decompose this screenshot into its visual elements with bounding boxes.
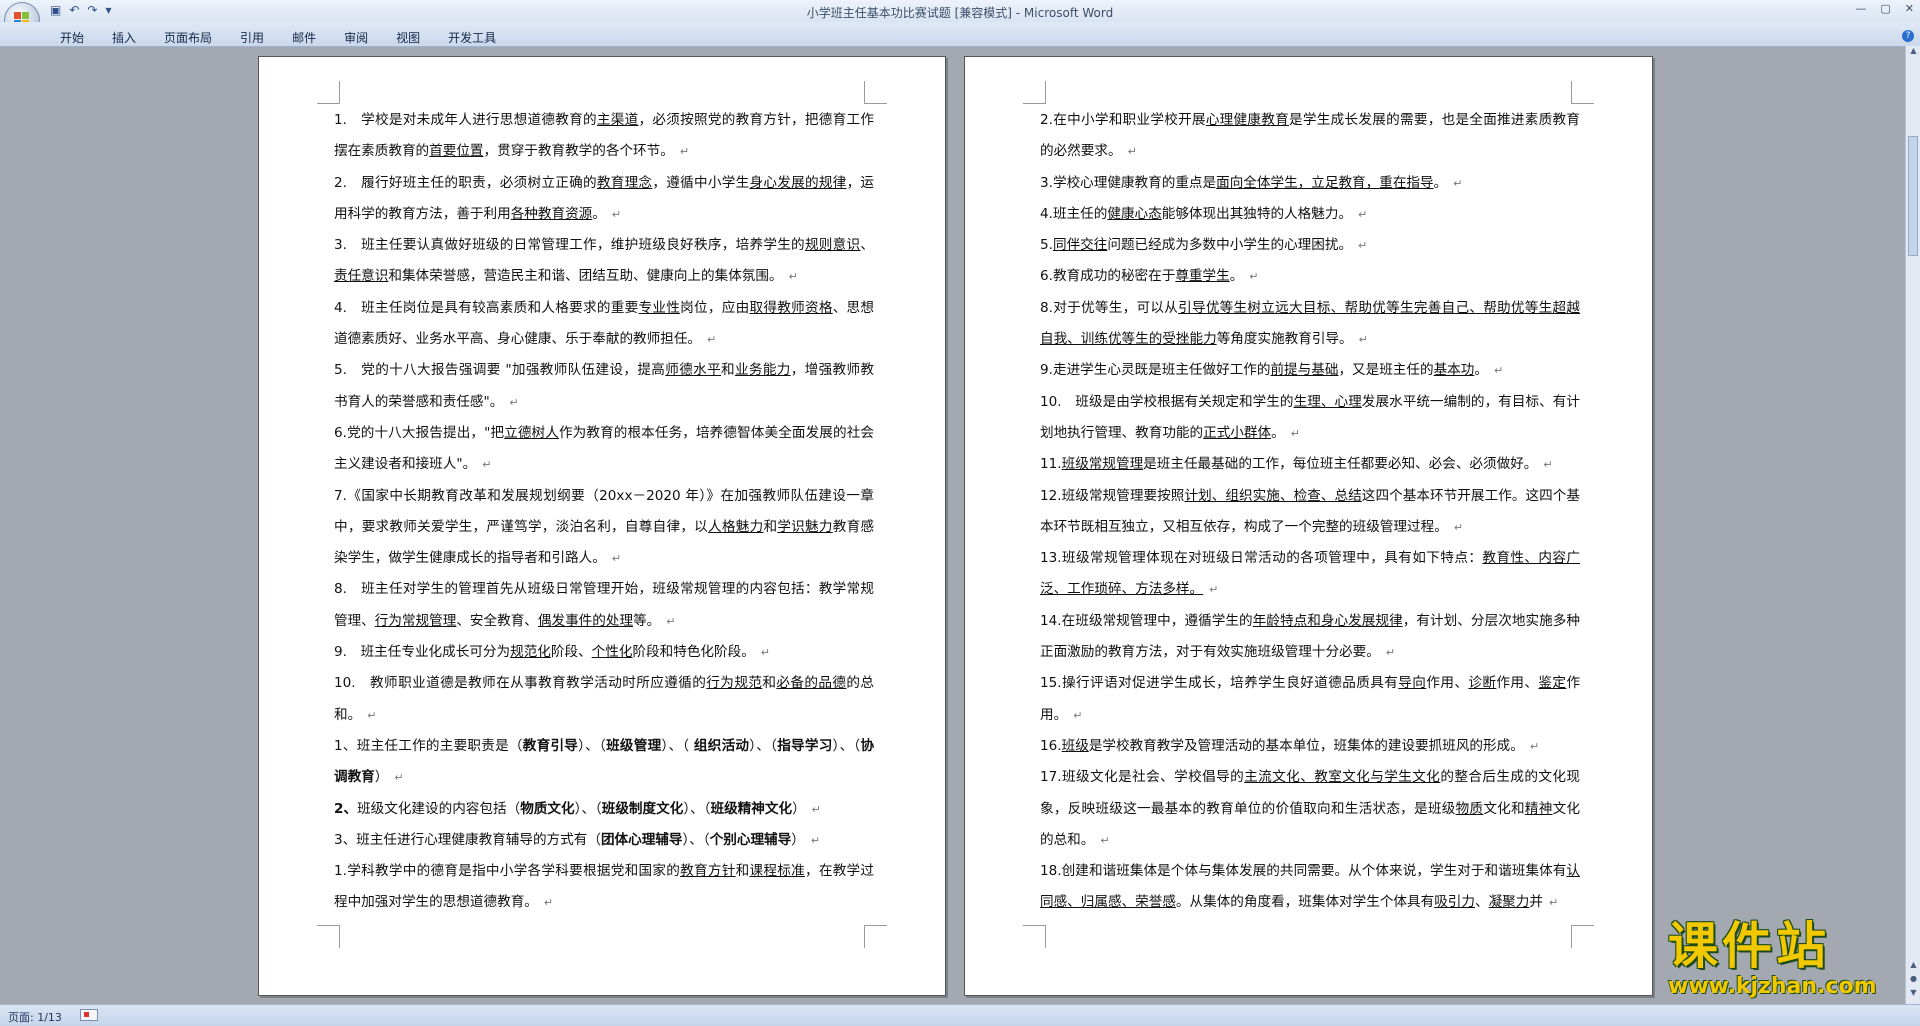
page-corner-mark bbox=[1023, 81, 1046, 104]
page-count[interactable]: 页面: 1/13 bbox=[8, 1009, 62, 1025]
quick-access-toolbar: ▣ ↶ ↷ ▾ bbox=[50, 3, 112, 17]
watermark-url: www.kjzhan.com bbox=[1668, 974, 1877, 999]
window-title: 小学班主任基本功比赛试题 [兼容模式] - Microsoft Word bbox=[806, 6, 1114, 20]
paragraph[interactable]: 5. 党的十八大报告强调要 "加强教师队伍建设，提高师德水平和业务能力，增强教师… bbox=[334, 355, 874, 418]
watermark-name: 课件站 bbox=[1668, 917, 1830, 975]
paragraph[interactable]: 15.操行评语对促进学生成长，培养学生良好道德品质具有导向作用、诊断作用、鉴定作… bbox=[1040, 668, 1580, 731]
paragraph[interactable]: 1. 学校是对未成年人进行思想道德教育的主渠道，必须按照党的教育方针，把德育工作… bbox=[334, 105, 874, 168]
paragraph[interactable]: 2、班级文化建设的内容包括（物质文化）、（班级制度文化）、（班级精神文化） ↵ bbox=[334, 794, 874, 825]
page-corner-mark bbox=[864, 925, 887, 948]
paragraph[interactable]: 8. 班主任对学生的管理首先从班级日常管理开始，班级常规管理的内容包括：教学常规… bbox=[334, 574, 874, 637]
tab-7[interactable]: 开发工具 bbox=[448, 29, 496, 46]
tab-1[interactable]: 插入 bbox=[112, 29, 136, 46]
paragraph[interactable]: 9. 班主任专业化成长可分为规范化阶段、个性化阶段和特色化阶段。 ↵ bbox=[334, 637, 874, 668]
paragraph[interactable]: 17.班级文化是社会、学校倡导的主流文化、教室文化与学生文化的整合后生成的文化现… bbox=[1040, 762, 1580, 856]
paragraph[interactable]: 10. 教师职业道德是教师在从事教育教学活动时所应遵循的行为规范和必备的品德的总… bbox=[334, 668, 874, 731]
paragraph[interactable]: 9.走进学生心灵既是班主任做好工作的前提与基础，又是班主任的基本功。 ↵ bbox=[1040, 355, 1580, 386]
minimize-button[interactable]: — bbox=[1855, 2, 1866, 15]
prev-page-icon[interactable]: ▲ bbox=[1906, 960, 1920, 974]
site-watermark-logo: 课件站 www.kjzhan.com bbox=[1668, 918, 1904, 1002]
paragraph[interactable]: 13.班级常规管理体现在对班级日常活动的各项管理中，具有如下特点：教育性、内容广… bbox=[1040, 543, 1580, 606]
paragraph[interactable]: 6.教育成功的秘密在于尊重学生。 ↵ bbox=[1040, 261, 1580, 292]
paragraph[interactable]: 8.对于优等生，可以从引导优等生树立远大目标、帮助优等生完善自己、帮助优等生超越… bbox=[1040, 293, 1580, 356]
paragraph[interactable]: 5.同伴交往问题已经成为多数中小学生的心理困扰。 ↵ bbox=[1040, 230, 1580, 261]
paragraph[interactable]: 14.在班级常规管理中，遵循学生的年龄特点和身心发展规律，有计划、分层次地实施多… bbox=[1040, 606, 1580, 669]
paragraph[interactable]: 1.学科教学中的德育是指中小学各学科要根据党和国家的教育方针和课程标准，在教学过… bbox=[334, 856, 874, 919]
page-corner-mark bbox=[864, 81, 887, 104]
paragraph[interactable]: 3. 班主任要认真做好班级的日常管理工作，维护班级良好秩序，培养学生的规则意识、… bbox=[334, 230, 874, 293]
maximize-button[interactable]: ▢ bbox=[1880, 2, 1890, 15]
tab-4[interactable]: 邮件 bbox=[292, 29, 316, 46]
paragraph[interactable]: 18.创建和谐班集体是个体与集体发展的共同需要。从个体来说，学生对于和谐班集体有… bbox=[1040, 856, 1580, 919]
customize-qat-icon[interactable]: ▾ bbox=[105, 3, 111, 17]
page-corner-mark bbox=[317, 81, 340, 104]
paragraph[interactable]: 4.班主任的健康心态能够体现出其独特的人格魅力。 ↵ bbox=[1040, 199, 1580, 230]
tab-6[interactable]: 视图 bbox=[396, 29, 420, 46]
tab-0[interactable]: 开始 bbox=[60, 29, 84, 46]
scroll-thumb[interactable] bbox=[1908, 136, 1918, 256]
vertical-scrollbar[interactable]: ▲ ▲ ● ▼ bbox=[1905, 46, 1920, 1004]
paragraph[interactable]: 16.班级是学校教育教学及管理活动的基本单位，班集体的建设要抓班风的形成。 ↵ bbox=[1040, 731, 1580, 762]
scroll-up-icon[interactable]: ▲ bbox=[1906, 46, 1920, 60]
proofing-icon[interactable] bbox=[80, 1009, 98, 1021]
select-browse-object-icon[interactable]: ● bbox=[1906, 974, 1920, 988]
paragraph[interactable]: 1、班主任工作的主要职责是（教育引导）、（班级管理）、（ 组织活动）、（指导学习… bbox=[334, 731, 874, 794]
redo-icon[interactable]: ↷ bbox=[87, 3, 97, 17]
status-bar: 页面: 1/13 bbox=[0, 1004, 1920, 1026]
undo-icon[interactable]: ↶ bbox=[69, 3, 79, 17]
paragraph[interactable]: 4. 班主任岗位是具有较高素质和人格要求的重要专业性岗位，应由取得教师资格、思想… bbox=[334, 293, 874, 356]
paragraph[interactable]: 3、班主任进行心理健康教育辅导的方式有（团体心理辅导）、（个别心理辅导） ↵ bbox=[334, 825, 874, 856]
help-icon[interactable]: ? bbox=[1902, 30, 1914, 42]
paragraph[interactable]: 12.班级常规管理要按照计划、组织实施、检查、总结这四个基本环节开展工作。这四个… bbox=[1040, 481, 1580, 544]
paragraph[interactable]: 10. 班级是由学校根据有关规定和学生的生理、心理发展水平统一编制的，有目标、有… bbox=[1040, 387, 1580, 450]
page-corner-mark bbox=[1023, 925, 1046, 948]
window-controls: — ▢ ✕ bbox=[1855, 2, 1914, 15]
paragraph[interactable]: 7.《国家中长期教育改革和发展规划纲要（20xx－2020 年）》在加强教师队伍… bbox=[334, 481, 874, 575]
ribbon-tabs: 开始 插入 页面布局 引用 邮件 审阅 视图 开发工具 ? bbox=[0, 22, 1920, 47]
paragraph[interactable]: 6.党的十八大报告提出，"把立德树人作为教育的根本任务，培养德智体美全面发展的社… bbox=[334, 418, 874, 481]
page-2-text[interactable]: 2.在中小学和职业学校开展心理健康教育是学生成长发展的需要，也是全面推进素质教育… bbox=[1040, 105, 1580, 919]
document-page-2[interactable]: 2.在中小学和职业学校开展心理健康教育是学生成长发展的需要，也是全面推进素质教育… bbox=[964, 56, 1653, 996]
page-corner-mark bbox=[1571, 81, 1594, 104]
title-bar: 小学班主任基本功比赛试题 [兼容模式] - Microsoft Word — ▢… bbox=[0, 0, 1920, 22]
tab-5[interactable]: 审阅 bbox=[344, 29, 368, 46]
tab-3[interactable]: 引用 bbox=[240, 29, 264, 46]
save-icon[interactable]: ▣ bbox=[50, 3, 61, 17]
page-corner-mark bbox=[317, 925, 340, 948]
paragraph[interactable]: 2.在中小学和职业学校开展心理健康教育是学生成长发展的需要，也是全面推进素质教育… bbox=[1040, 105, 1580, 168]
page-corner-mark bbox=[1571, 925, 1594, 948]
paragraph[interactable]: 11.班级常规管理是班主任最基础的工作，每位班主任都要必知、必会、必须做好。 ↵ bbox=[1040, 449, 1580, 480]
paragraph[interactable]: 2. 履行好班主任的职责，必须树立正确的教育理念，遵循中小学生身心发展的规律，运… bbox=[334, 168, 874, 231]
close-button[interactable]: ✕ bbox=[1905, 2, 1914, 15]
next-page-icon[interactable]: ▼ bbox=[1906, 988, 1920, 1002]
page-1-text[interactable]: 1. 学校是对未成年人进行思想道德教育的主渠道，必须按照党的教育方针，把德育工作… bbox=[334, 105, 874, 919]
tab-2[interactable]: 页面布局 bbox=[164, 29, 212, 46]
document-page-1[interactable]: 1. 学校是对未成年人进行思想道德教育的主渠道，必须按照党的教育方针，把德育工作… bbox=[258, 56, 946, 996]
paragraph[interactable]: 3.学校心理健康教育的重点是面向全体学生，立足教育，重在指导。 ↵ bbox=[1040, 168, 1580, 199]
